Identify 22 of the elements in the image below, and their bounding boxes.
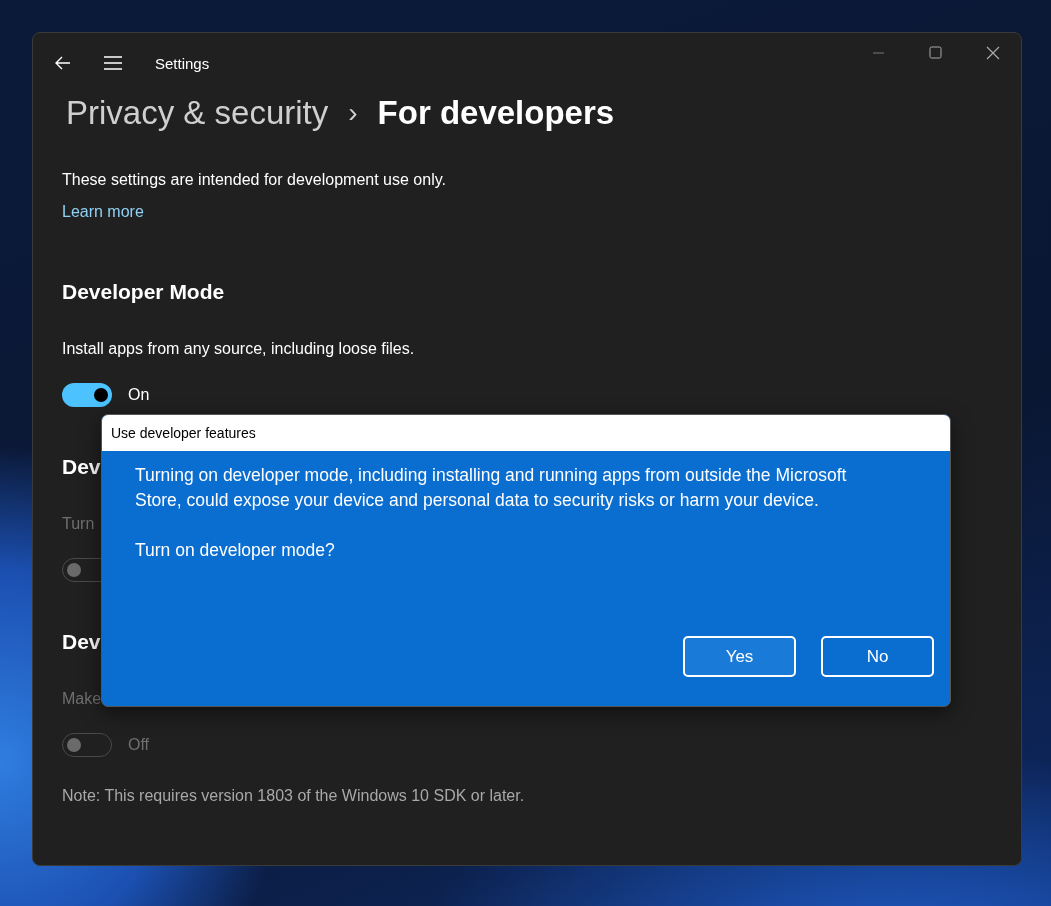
dialog-message: Turning on developer mode, including installing and running apps from outside the Microsoft Store, could expose your device and personal data to security risks or harm your device.: [135, 464, 848, 512]
page-title: For developers: [377, 94, 615, 132]
toggle-state-label: On: [128, 386, 150, 404]
dialog-title: Use developer features: [111, 425, 256, 441]
section-description: Turn: [62, 515, 95, 533]
breadcrumb-separator: ›: [348, 97, 358, 129]
dialog-button[interactable]: No: [821, 636, 934, 677]
section-description: Make: [62, 690, 102, 708]
intro-text: These settings are intended for development use only.: [62, 171, 446, 189]
learn-more-link[interactable]: Learn more: [62, 203, 144, 221]
toggle-state-label: Off: [128, 736, 150, 754]
menu-icon[interactable]: [103, 53, 123, 73]
section-heading: Dev: [62, 630, 101, 654]
dialog-button[interactable]: Yes: [683, 636, 796, 677]
section-heading: Developer Mode: [62, 280, 225, 304]
breadcrumb-link[interactable]: Privacy & security: [66, 94, 329, 132]
window-title: Settings: [155, 54, 210, 72]
section-heading: Dev: [62, 455, 101, 479]
note-text: Note: This requires version 1803 of the Windows 10 SDK or later.: [62, 787, 525, 805]
toggle-switch[interactable]: [62, 383, 112, 407]
dialog-question: Turn on developer mode?: [135, 539, 335, 562]
section-description: Install apps from any source, including loose files.: [62, 340, 415, 358]
